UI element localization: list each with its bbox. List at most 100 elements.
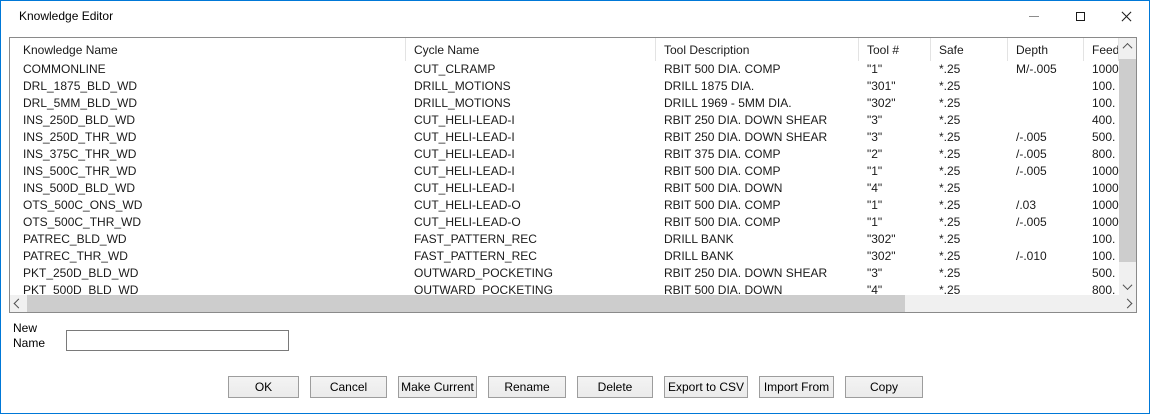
knowledge-editor-window: Knowledge Editor Knowledge NameCycle Nam…: [0, 0, 1150, 414]
scroll-up-button[interactable]: [1119, 38, 1136, 55]
cell-safe: *.25: [931, 78, 1008, 95]
column-header-tool[interactable]: Tool #: [859, 38, 931, 61]
table-row[interactable]: OTS_500C_ONS_WDCUT_HELI-LEAD-ORBIT 500 D…: [10, 197, 1119, 214]
table-row[interactable]: OTS_500C_THR_WDCUT_HELI-LEAD-ORBIT 500 D…: [10, 214, 1119, 231]
cell-feed: 1000.: [1084, 180, 1119, 197]
vertical-scrollbar[interactable]: [1119, 38, 1136, 295]
cell-depth: /-.010: [1008, 248, 1084, 265]
ok-button[interactable]: OK: [228, 376, 299, 398]
column-header-cycle-name[interactable]: Cycle Name: [406, 38, 656, 61]
cell-depth: [1008, 180, 1084, 197]
list-rows: COMMONLINECUT_CLRAMPRBIT 500 DIA. COMP"1…: [10, 61, 1119, 295]
minimize-button[interactable]: [1011, 1, 1057, 31]
chevron-down-icon: [1123, 280, 1133, 290]
rename-button[interactable]: Rename: [488, 376, 566, 398]
cell-cycle-name: CUT_HELI-LEAD-I: [406, 163, 656, 180]
cell-feed: 100.: [1084, 78, 1119, 95]
cell-safe: *.25: [931, 180, 1008, 197]
cell-tool-number: "3": [859, 129, 931, 146]
cell-safe: *.25: [931, 129, 1008, 146]
delete-button[interactable]: Delete: [577, 376, 653, 398]
cell-tool-number: "1": [859, 197, 931, 214]
scroll-right-button[interactable]: [1119, 295, 1136, 312]
cell-depth: [1008, 95, 1084, 112]
cell-cycle-name: CUT_HELI-LEAD-I: [406, 146, 656, 163]
copy-button[interactable]: Copy: [845, 376, 923, 398]
horizontal-scrollbar[interactable]: [10, 295, 1136, 312]
cell-safe: *.25: [931, 112, 1008, 129]
cell-feed: 400.: [1084, 112, 1119, 129]
cell-tool-number: "3": [859, 265, 931, 282]
cell-feed: 500.: [1084, 265, 1119, 282]
scroll-left-button[interactable]: [10, 295, 27, 312]
table-row[interactable]: INS_375C_THR_WDCUT_HELI-LEAD-IRBIT 375 D…: [10, 146, 1119, 163]
column-header-safe[interactable]: Safe: [931, 38, 1008, 61]
cell-tool-description: DRILL BANK: [656, 231, 859, 248]
new-name-input[interactable]: [66, 330, 289, 351]
table-row[interactable]: INS_500C_THR_WDCUT_HELI-LEAD-IRBIT 500 D…: [10, 163, 1119, 180]
export-to-csv-button[interactable]: Export to CSV: [664, 376, 748, 398]
cell-tool-number: "302": [859, 231, 931, 248]
column-header-knowledge-name[interactable]: Knowledge Name: [10, 38, 406, 61]
table-row[interactable]: COMMONLINECUT_CLRAMPRBIT 500 DIA. COMP"1…: [10, 61, 1119, 78]
table-row[interactable]: PKT_500D_BLD_WDOUTWARD_POCKETINGRBIT 500…: [10, 282, 1119, 295]
cell-feed: 800.: [1084, 282, 1119, 295]
cell-tool-description: RBIT 250 DIA. DOWN SHEAR: [656, 265, 859, 282]
cell-safe: *.25: [931, 61, 1008, 78]
cell-depth: [1008, 78, 1084, 95]
cell-feed: 100.: [1084, 95, 1119, 112]
cell-tool-number: "302": [859, 248, 931, 265]
cell-feed: 1000.: [1084, 214, 1119, 231]
cancel-button[interactable]: Cancel: [310, 376, 387, 398]
cell-tool-description: RBIT 500 DIA. DOWN: [656, 180, 859, 197]
cell-tool-description: DRILL 1969 - 5MM DIA.: [656, 95, 859, 112]
knowledge-list: Knowledge NameCycle NameTool Description…: [9, 37, 1137, 313]
cell-tool-number: "301": [859, 78, 931, 95]
close-button[interactable]: [1103, 1, 1149, 31]
import-from-button[interactable]: Import From: [759, 376, 834, 398]
table-row[interactable]: DRL_5MM_BLD_WDDRILL_MOTIONSDRILL 1969 - …: [10, 95, 1119, 112]
table-row[interactable]: PATREC_THR_WDFAST_PATTERN_RECDRILL BANK"…: [10, 248, 1119, 265]
cell-depth: [1008, 265, 1084, 282]
cell-safe: *.25: [931, 265, 1008, 282]
scroll-down-button[interactable]: [1119, 278, 1136, 295]
column-header-depth[interactable]: Depth: [1008, 38, 1084, 61]
cell-knowledge-name: DRL_1875_BLD_WD: [10, 78, 406, 95]
cell-depth: [1008, 231, 1084, 248]
table-row[interactable]: INS_250D_BLD_WDCUT_HELI-LEAD-IRBIT 250 D…: [10, 112, 1119, 129]
column-header-feed[interactable]: Feed: [1084, 38, 1119, 61]
title-bar[interactable]: Knowledge Editor: [1, 1, 1149, 36]
cell-feed: 1000.: [1084, 61, 1119, 78]
cell-knowledge-name: PKT_500D_BLD_WD: [10, 282, 406, 295]
table-row[interactable]: INS_500D_BLD_WDCUT_HELI-LEAD-IRBIT 500 D…: [10, 180, 1119, 197]
cell-knowledge-name: PKT_250D_BLD_WD: [10, 265, 406, 282]
vertical-scrollbar-thumb[interactable]: [1119, 59, 1136, 262]
cell-knowledge-name: OTS_500C_THR_WD: [10, 214, 406, 231]
cell-knowledge-name: PATREC_THR_WD: [10, 248, 406, 265]
maximize-button[interactable]: [1057, 1, 1103, 31]
button-row: OK Cancel Make Current Rename Delete Export t…: [228, 376, 923, 398]
chevron-up-icon: [1123, 43, 1133, 53]
column-header-tool-description[interactable]: Tool Description: [656, 38, 859, 61]
table-row[interactable]: PKT_250D_BLD_WDOUTWARD_POCKETINGRBIT 250…: [10, 265, 1119, 282]
cell-feed: 1000.: [1084, 197, 1119, 214]
cell-knowledge-name: INS_500C_THR_WD: [10, 163, 406, 180]
make-current-button[interactable]: Make Current: [398, 376, 477, 398]
cell-tool-description: RBIT 500 DIA. DOWN: [656, 282, 859, 295]
cell-safe: *.25: [931, 197, 1008, 214]
table-row[interactable]: DRL_1875_BLD_WDDRILL_MOTIONSDRILL 1875 D…: [10, 78, 1119, 95]
cell-depth: M/-.005: [1008, 61, 1084, 78]
new-name-label-line1: New: [13, 321, 45, 336]
table-row[interactable]: PATREC_BLD_WDFAST_PATTERN_RECDRILL BANK"…: [10, 231, 1119, 248]
cell-feed: 500.: [1084, 129, 1119, 146]
cell-safe: *.25: [931, 163, 1008, 180]
cell-tool-description: RBIT 500 DIA. COMP: [656, 61, 859, 78]
horizontal-scrollbar-thumb[interactable]: [27, 295, 905, 312]
cell-knowledge-name: INS_375C_THR_WD: [10, 146, 406, 163]
cell-knowledge-name: DRL_5MM_BLD_WD: [10, 95, 406, 112]
cell-tool-number: "302": [859, 95, 931, 112]
cell-feed: 100.: [1084, 231, 1119, 248]
cell-tool-number: "1": [859, 214, 931, 231]
table-row[interactable]: INS_250D_THR_WDCUT_HELI-LEAD-IRBIT 250 D…: [10, 129, 1119, 146]
cell-safe: *.25: [931, 214, 1008, 231]
